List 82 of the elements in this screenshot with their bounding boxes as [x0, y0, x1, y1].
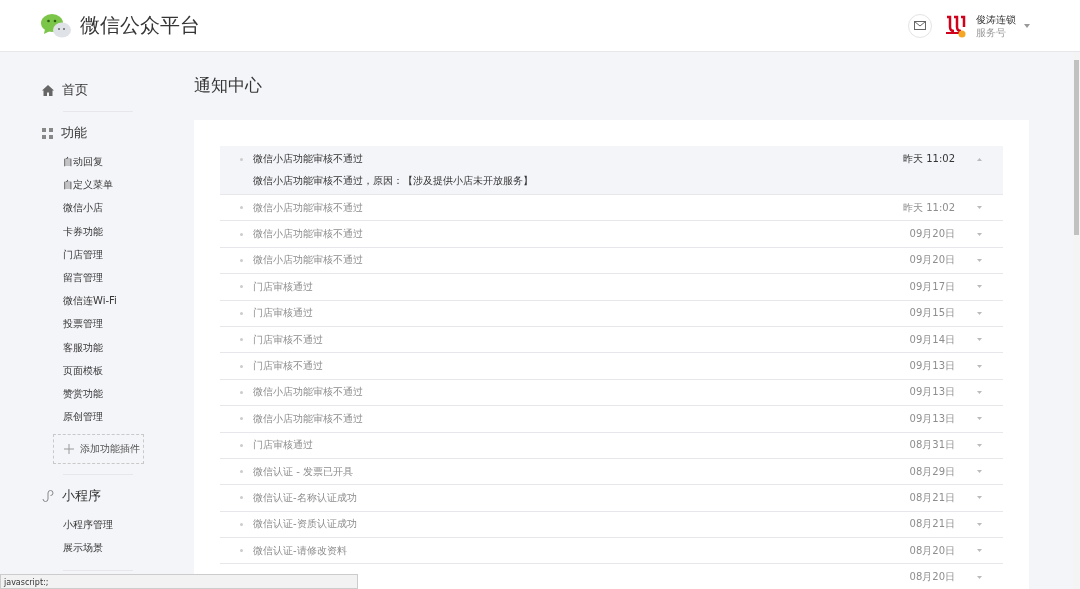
- notification-time: 09月20日: [908, 227, 955, 242]
- notification-title: 微信认证-资质认证成功: [253, 517, 358, 532]
- sidebar-section-title[interactable]: 首页: [62, 81, 88, 99]
- sidebar-section-title[interactable]: 功能: [61, 124, 87, 142]
- notification-time: 09月13日: [908, 411, 955, 426]
- caret-down-icon[interactable]: [976, 522, 982, 526]
- notification-time: 08月31日: [908, 438, 955, 453]
- plus-icon: [64, 444, 74, 455]
- notification-time: 09月15日: [908, 306, 955, 321]
- sidebar-item[interactable]: 留言管理: [63, 265, 194, 290]
- notification-title: 门店审核通过: [253, 306, 314, 321]
- notification-time: 09月20日: [908, 253, 955, 268]
- notification-time: 09月13日: [908, 385, 955, 400]
- caret-down-icon[interactable]: [976, 575, 982, 579]
- caret-icon[interactable]: [1024, 23, 1030, 28]
- caret-down-icon[interactable]: [976, 417, 982, 421]
- account-name[interactable]: 俊涛连锁: [976, 12, 1016, 26]
- caret-down-icon[interactable]: [976, 311, 982, 315]
- notification-title: 门店审核通过: [253, 438, 314, 453]
- link-url-tooltip: javascript:;: [0, 574, 358, 589]
- caret-down-icon[interactable]: [976, 470, 982, 474]
- caret-down-icon[interactable]: [976, 285, 982, 289]
- sidebar-item[interactable]: 卡券功能: [63, 219, 194, 243]
- sidebar-item[interactable]: 赞赏功能: [63, 381, 194, 406]
- scrollbar[interactable]: [1073, 52, 1080, 589]
- notification-time: 09月17日: [908, 279, 955, 294]
- link-icon: [42, 490, 54, 503]
- sidebar-item[interactable]: 自动回复: [63, 150, 194, 174]
- notification-title: 门店审核通过: [253, 279, 314, 294]
- notification-time: 08月29日: [908, 464, 955, 479]
- grid-icon: [42, 127, 53, 139]
- sidebar-item[interactable]: 微信小店: [63, 196, 194, 220]
- sidebar-item[interactable]: 投票管理: [63, 312, 194, 336]
- notification-time: 09月13日: [908, 359, 955, 374]
- notification-time: 昨天 11:02: [902, 200, 955, 215]
- sidebar-section-title[interactable]: 小程序: [62, 487, 101, 506]
- chat-bubbles-logo: [41, 12, 72, 39]
- sidebar-item[interactable]: 自定义菜单: [63, 173, 194, 197]
- caret-down-icon[interactable]: [976, 390, 982, 394]
- caret-down-icon[interactable]: [976, 496, 982, 500]
- notification-title: 微信认证-请修改资料: [253, 543, 348, 558]
- mail-icon: [914, 21, 926, 30]
- home-icon: [42, 84, 54, 96]
- notification-title: 门店审核不通过: [253, 359, 324, 374]
- caret-up-icon[interactable]: [976, 157, 982, 161]
- sidebar-item[interactable]: 客服功能: [63, 335, 194, 359]
- caret-down-icon[interactable]: [976, 338, 982, 342]
- notification-detail: 微信小店功能审核不通过，原因：【涉及提供小店未开放服务】: [253, 174, 534, 188]
- sidebar-item[interactable]: 展示场景: [63, 536, 194, 560]
- sidebar-item[interactable]: 小程序管理: [63, 513, 194, 537]
- notification-title: 微信小店功能审核不通过: [253, 411, 364, 426]
- caret-down-icon[interactable]: [976, 443, 982, 447]
- notification-title: 微信小店功能审核不通过: [253, 227, 364, 242]
- notification-time: 09月14日: [908, 332, 955, 347]
- caret-down-icon[interactable]: [976, 258, 982, 262]
- sidebar-item[interactable]: 门店管理: [63, 242, 194, 266]
- platform-title: 微信公众平台: [80, 12, 200, 39]
- sidebar-item[interactable]: 页面模板: [63, 358, 194, 382]
- notification-time: 08月20日: [908, 543, 955, 558]
- caret-down-icon[interactable]: [976, 549, 982, 553]
- sidebar-item[interactable]: 原创管理: [63, 405, 194, 429]
- notification-title: 微信小店功能审核不通过: [253, 253, 364, 268]
- account-avatar[interactable]: [944, 13, 968, 38]
- notification-title: 微信认证 - 发票已开具: [253, 464, 354, 479]
- notification-title: 微信小店功能审核不通过: [253, 200, 364, 215]
- page-title: 通知中心: [194, 74, 263, 97]
- notification-row[interactable]: 微信小店功能审核不通过 昨天 11:02 微信小店功能审核不通过，原因：【涉及提供小店未开放服务】: [220, 146, 1003, 195]
- notification-time: 08月21日: [908, 517, 955, 532]
- caret-down-icon[interactable]: [976, 206, 982, 210]
- notification-title: 微信小店功能审核不通过: [253, 152, 364, 166]
- account-type: 服务号: [976, 25, 1007, 39]
- notification-title: 微信小店功能审核不通过: [253, 385, 364, 400]
- mail-button[interactable]: [908, 13, 932, 38]
- caret-down-icon[interactable]: [976, 364, 982, 368]
- sidebar-item[interactable]: 微信连Wi-Fi: [63, 289, 194, 313]
- notification-title: 门店审核不通过: [253, 332, 324, 347]
- notification-title: 微信认证-名称认证成功: [253, 491, 358, 505]
- caret-down-icon[interactable]: [976, 232, 982, 236]
- add-plugin-button[interactable]: 添加功能插件: [53, 434, 144, 465]
- notification-time: 昨天 11:02: [902, 152, 955, 166]
- notification-time: 08月21日: [908, 491, 955, 505]
- notification-time: 08月20日: [908, 570, 955, 585]
